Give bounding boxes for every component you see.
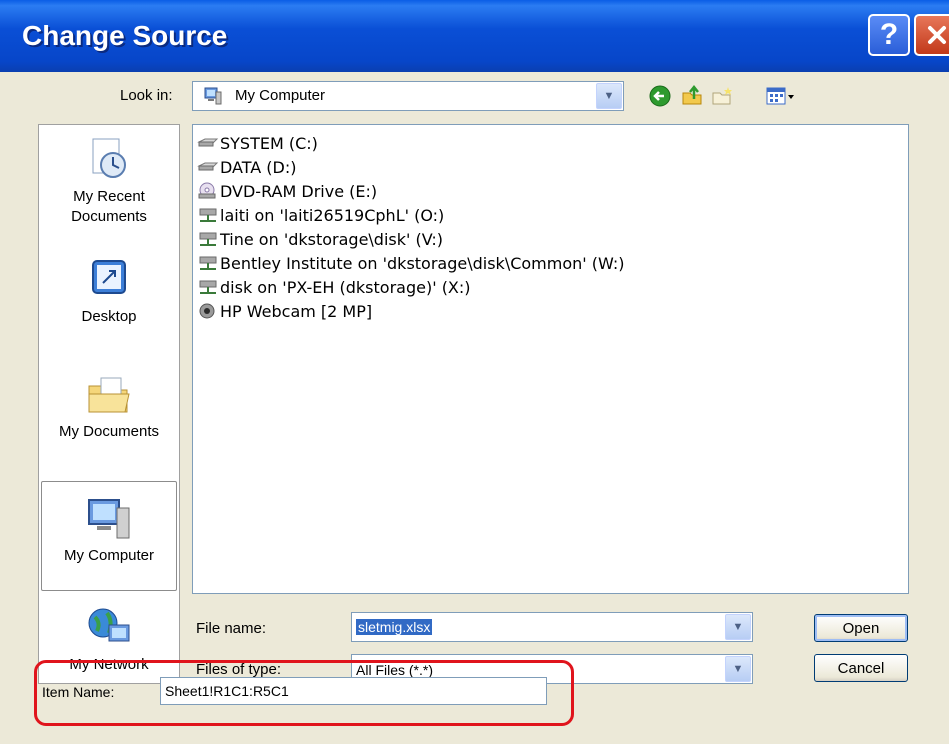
file-list[interactable]: SYSTEM (C:) DATA (D:) DVD-RAM Drive (E:)… xyxy=(192,124,909,594)
window-title: Change Source xyxy=(22,20,228,51)
file-name-label: File name: xyxy=(196,620,267,637)
my-network-icon xyxy=(88,608,130,642)
chevron-down-icon: ▼ xyxy=(732,663,744,675)
list-item[interactable]: Bentley Institute on 'dkstorage\disk\Com… xyxy=(197,251,625,275)
view-menu-icon[interactable] xyxy=(765,84,797,108)
look-in-label: Look in: xyxy=(120,87,173,104)
network-drive-icon xyxy=(199,232,217,246)
file-name: disk on 'PX-EH (dkstorage)' (X:) xyxy=(220,277,471,297)
cancel-button[interactable]: Cancel xyxy=(814,654,908,682)
list-item[interactable]: disk on 'PX-EH (dkstorage)' (X:) xyxy=(197,275,471,299)
file-name: DATA (D:) xyxy=(220,157,297,177)
highlight-annotation xyxy=(34,660,574,726)
new-folder-icon[interactable] xyxy=(710,84,734,108)
file-name: SYSTEM (C:) xyxy=(220,133,318,153)
my-computer-icon xyxy=(88,499,130,539)
place-label: My Recent Documents xyxy=(71,188,147,225)
file-name-dropdown-button[interactable]: ▼ xyxy=(725,614,751,640)
place-label: My Computer xyxy=(63,547,155,564)
hard-drive-icon xyxy=(197,138,219,147)
chevron-down-icon: ▼ xyxy=(603,90,615,102)
network-drive-icon xyxy=(199,280,217,294)
place-label: My Documents xyxy=(58,423,160,440)
list-item[interactable]: DATA (D:) xyxy=(197,155,297,179)
list-item[interactable]: Tine on 'dkstorage\disk' (V:) xyxy=(197,227,443,251)
file-name: laiti on 'laiti26519CphL' (O:) xyxy=(220,205,445,225)
title-bar: Change Source ? xyxy=(0,0,949,72)
my-computer-small-icon xyxy=(204,87,222,105)
look-in-dropdown-button[interactable]: ▼ xyxy=(596,83,622,109)
place-recent-documents[interactable]: My Recent Documents xyxy=(41,135,177,227)
place-my-computer[interactable]: My Computer xyxy=(41,481,177,591)
network-drive-icon xyxy=(199,256,217,270)
files-of-type-dropdown-button[interactable]: ▼ xyxy=(725,656,751,682)
up-folder-icon[interactable] xyxy=(680,84,704,108)
hard-drive-icon xyxy=(197,162,219,171)
places-bar: My Recent Documents Desktop My Documents… xyxy=(38,124,180,684)
file-name: DVD-RAM Drive (E:) xyxy=(220,181,378,201)
help-button[interactable]: ? xyxy=(868,14,910,56)
question-mark-icon: ? xyxy=(879,18,899,51)
chevron-down-icon: ▼ xyxy=(732,621,744,633)
place-label: Desktop xyxy=(81,308,137,325)
file-name-combobox[interactable]: sletmig.xlsx ▼ xyxy=(351,612,753,642)
recent-documents-icon xyxy=(92,138,126,178)
look-in-dropdown[interactable]: My Computer ▼ xyxy=(192,81,624,111)
place-desktop[interactable]: Desktop xyxy=(41,255,177,327)
place-my-documents[interactable]: My Documents xyxy=(41,370,177,442)
list-item[interactable]: SYSTEM (C:) xyxy=(197,131,318,155)
list-item[interactable]: laiti on 'laiti26519CphL' (O:) xyxy=(197,203,444,227)
dvd-drive-icon xyxy=(198,182,216,199)
webcam-icon xyxy=(199,303,215,319)
close-button[interactable] xyxy=(914,14,949,56)
open-button[interactable]: Open xyxy=(814,614,908,642)
network-drive-icon xyxy=(199,208,217,222)
desktop-icon xyxy=(92,260,126,294)
close-icon xyxy=(928,26,946,44)
file-name: HP Webcam [2 MP] xyxy=(220,301,373,321)
file-name-input[interactable]: sletmig.xlsx xyxy=(356,619,433,635)
look-in-value: My Computer xyxy=(235,87,326,104)
list-item[interactable]: DVD-RAM Drive (E:) xyxy=(197,179,377,203)
list-item[interactable]: HP Webcam [2 MP] xyxy=(197,299,372,323)
file-name: Bentley Institute on 'dkstorage\disk\Com… xyxy=(220,253,625,273)
file-name: Tine on 'dkstorage\disk' (V:) xyxy=(220,229,444,249)
my-documents-icon xyxy=(88,377,130,413)
back-arrow-icon[interactable] xyxy=(648,84,672,108)
